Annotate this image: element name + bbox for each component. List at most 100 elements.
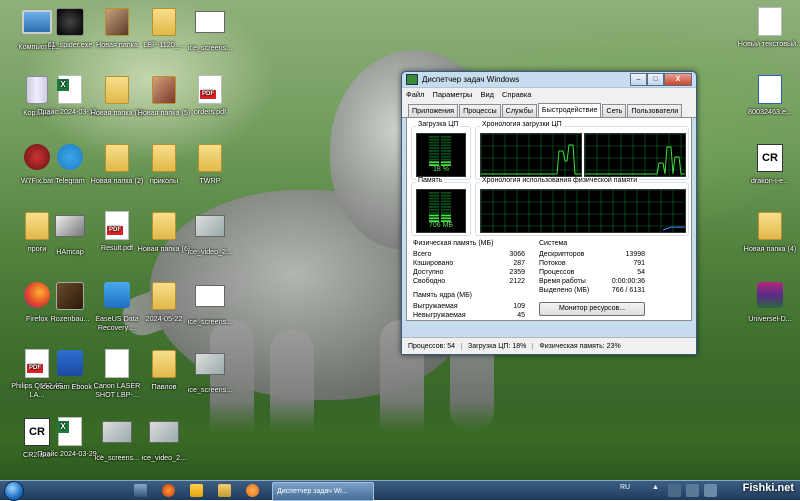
stat-label: Выгружаемая [413, 303, 458, 310]
system-title: Система [539, 240, 568, 247]
taskbar-task-manager-button[interactable]: Диспетчер задач Wi... [272, 482, 374, 501]
desktop-icon[interactable]: Новая папка (4) [736, 210, 800, 253]
desktop-icon[interactable]: ice_video_2... [176, 210, 244, 256]
meter-segment [429, 211, 439, 214]
minimize-button[interactable]: – [630, 73, 647, 86]
menu-help[interactable]: Справка [502, 90, 531, 99]
media-player-icon[interactable] [190, 484, 203, 497]
winrar-archive-icon [757, 282, 783, 308]
memory-meter: 706 МБ [416, 189, 466, 233]
cpu-history-plot [585, 134, 685, 176]
desktop-icon-label: 80032463.e... [748, 107, 792, 116]
spider-exe-icon [56, 8, 84, 36]
folder-icon [198, 144, 222, 172]
meter-segment [441, 208, 451, 211]
canon-printer-icon [105, 349, 129, 378]
stat-value: 2359 [509, 269, 525, 276]
desktop-icon[interactable]: CR drakon-i-e... [736, 142, 800, 185]
memory-history-group: Хронология использования физической памя… [475, 177, 689, 236]
stat-label: Свободно [413, 278, 446, 285]
tray-network-icon[interactable] [668, 484, 681, 497]
performance-panel: Загрузка ЦП 18 % Хронология загрузки ЦП … [406, 118, 692, 321]
image-folder-icon [105, 8, 129, 36]
system-stats: Система Дескрипторов 13998 Потоков 791 Про… [539, 240, 645, 295]
pdf-file-icon [105, 211, 129, 240]
tab-applications[interactable]: Приложения [408, 104, 459, 117]
desktop-icon[interactable]: ice_screens... [176, 280, 244, 326]
tab-services[interactable]: Службы [501, 104, 537, 117]
folder-icon [105, 144, 129, 172]
desktop-icon[interactable]: TWRP [176, 142, 244, 185]
desktop-icon[interactable]: ice_video_2... [130, 416, 198, 462]
meter-segment [441, 144, 451, 147]
stat-label: Кэшировано [413, 260, 454, 267]
folder-icon [758, 212, 782, 240]
cr-file-icon: CR [757, 144, 783, 172]
status-memory: Физическая память: 23% [539, 342, 621, 350]
tray-volume-icon[interactable] [686, 484, 699, 497]
meter-segment [429, 152, 439, 155]
meter-segment [429, 155, 439, 158]
meter-segment [441, 192, 451, 194]
stat-label: Невыгружаемая [413, 312, 466, 319]
desktop-icon-label: ice_video_2... [187, 247, 233, 256]
physical-memory-title: Физическая память (МБ) [413, 240, 494, 247]
video-file-icon [195, 215, 225, 237]
maximize-button[interactable]: □ [647, 73, 664, 86]
desktop-icon[interactable]: 80032463.e... [736, 74, 800, 116]
meter-segment [429, 138, 439, 141]
cpu-history-line [481, 144, 581, 175]
stat-value: 109 [513, 303, 525, 310]
meter-segment [441, 136, 451, 138]
desktop-icon[interactable]: Universel-D... [736, 280, 800, 323]
tab-users[interactable]: Пользователи [627, 104, 683, 117]
desktop-icon-label: TWRP [199, 176, 221, 185]
mail-icon[interactable] [134, 484, 147, 497]
meter-segment [441, 158, 451, 161]
folder-icon [152, 76, 176, 104]
meter-segment [429, 200, 439, 203]
meter-segment [441, 214, 451, 217]
stat-value: 287 [513, 260, 525, 267]
start-button[interactable] [4, 481, 24, 501]
kernel-memory-title: Память ядра (МБ) [413, 292, 473, 299]
screenshot-file-icon [195, 285, 225, 307]
meter-segment [429, 203, 439, 206]
status-processes: Процессов: 54 [402, 342, 463, 350]
status-cpu: Загрузка ЦП: 18% [462, 342, 534, 350]
cpu-history-group: Хронология загрузки ЦП [475, 121, 689, 180]
menu-bar: Файл Параметры Вид Справка [402, 87, 696, 101]
firefox-icon[interactable] [162, 484, 175, 497]
desktop-icon[interactable]: orders.pdf [176, 74, 244, 116]
desktop-icon[interactable]: Новый текстовый... [736, 6, 800, 48]
close-button[interactable]: X [664, 73, 692, 86]
tray-flag-icon[interactable] [704, 484, 717, 497]
physical-memory-stats: Физическая память (МБ) Всего 3066 Кэширов… [413, 240, 525, 286]
meter-segment [429, 150, 439, 152]
browser-icon[interactable] [246, 484, 259, 497]
tray-arrow-icon[interactable]: ▲ [652, 484, 659, 491]
language-indicator[interactable]: RU [620, 484, 630, 491]
menu-file[interactable]: Файл [406, 90, 424, 99]
folder-icon [152, 212, 176, 240]
desktop-icon-label: Новая папка (4) [743, 244, 797, 253]
memory-history-graph [480, 189, 686, 233]
tab-networking[interactable]: Сеть [602, 104, 627, 117]
menu-view[interactable]: Вид [480, 90, 494, 99]
tab-processes[interactable]: Процессы [459, 104, 501, 117]
meter-segment [429, 217, 439, 220]
desktop-icon[interactable]: ice_screens... [176, 348, 244, 394]
tab-performance[interactable]: Быстродействие [537, 103, 602, 117]
stat-label: Доступно [413, 269, 444, 276]
explorer-icon[interactable] [218, 484, 231, 497]
task-manager-app-icon [406, 74, 418, 85]
fishki-watermark: Fishki.net [742, 482, 794, 494]
resource-monitor-button[interactable]: Монитор ресурсов... [539, 302, 645, 316]
status-bar: Процессов: 54 Загрузка ЦП: 18% Физическа… [402, 337, 696, 354]
meter-segment [429, 194, 439, 197]
stat-value: 766 / 6131 [611, 287, 645, 294]
exe-file-icon [758, 75, 782, 104]
menu-options[interactable]: Параметры [432, 90, 472, 99]
desktop-icon[interactable]: ice_screens... [176, 6, 244, 52]
cpu-history-graph-core-1 [480, 133, 582, 177]
